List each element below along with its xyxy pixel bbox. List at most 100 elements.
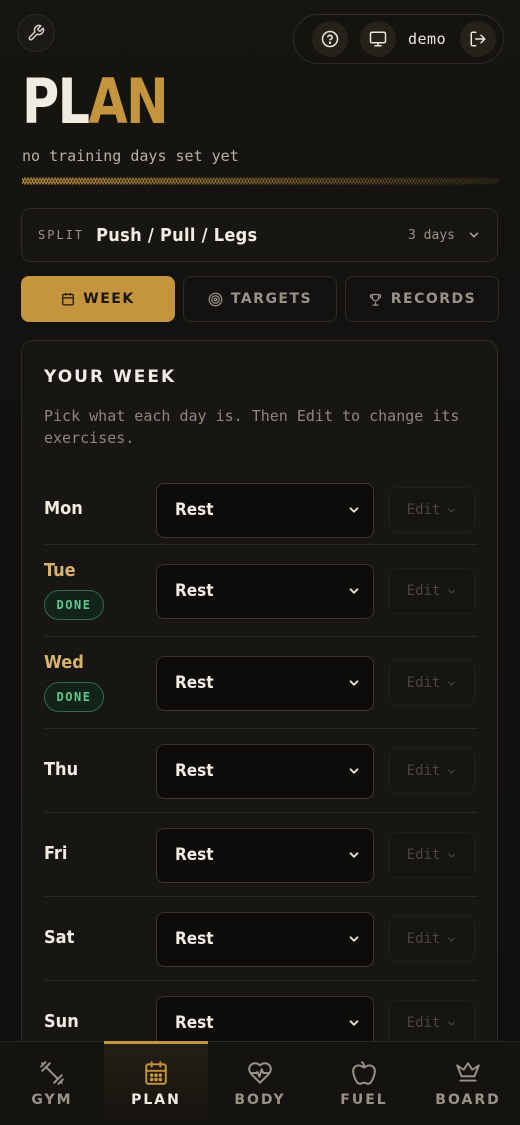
page-title: PLAN (22, 65, 169, 138)
chevron-down-icon (448, 937, 456, 941)
day-row-sat: Sat Rest Edit (44, 897, 477, 981)
help-button[interactable] (312, 21, 348, 57)
day-row-thu: Thu Rest Edit (44, 729, 477, 813)
chevron-down-icon (349, 680, 359, 686)
heart-pulse-icon (248, 1061, 272, 1084)
nav-gym[interactable]: GYM (0, 1042, 104, 1125)
bottom-nav: GYM PLAN BODY FUEL BOARD (0, 1041, 520, 1125)
chevron-down-icon (448, 769, 456, 773)
edit-label: Edit (406, 583, 441, 599)
monitor-icon (369, 31, 387, 47)
edit-day-button[interactable]: Edit (389, 487, 475, 533)
plan-tabs: WEEK TARGETS RECORDS (21, 276, 499, 322)
edit-day-button[interactable]: Edit (389, 1000, 475, 1046)
split-name: Push / Pull / Legs (96, 224, 258, 246)
chevron-down-icon (349, 1020, 359, 1026)
edit-day-button[interactable]: Edit (389, 660, 475, 706)
tab-week-label: WEEK (83, 291, 135, 307)
user-name: demo (408, 30, 447, 48)
day-name: Thu (44, 758, 79, 780)
chevron-down-icon (349, 768, 359, 774)
page-title-part2: AN (88, 65, 168, 138)
page-title-part1: PL (22, 65, 90, 138)
day-name: Mon (44, 497, 83, 519)
edit-day-button[interactable]: Edit (389, 568, 475, 614)
nav-plan[interactable]: PLAN (104, 1041, 208, 1125)
chevron-down-icon (349, 936, 359, 942)
logout-button[interactable] (460, 21, 496, 57)
chevron-down-icon (469, 232, 479, 238)
edit-day-button[interactable]: Edit (389, 916, 475, 962)
calendar-icon (62, 293, 75, 306)
day-type-select[interactable]: Rest (156, 743, 374, 799)
wrench-icon (28, 24, 45, 41)
day-type-value: Rest (175, 673, 214, 693)
week-card: YOUR WEEK Pick what each day is. Then Ed… (21, 340, 498, 1100)
day-row-fri: Fri Rest Edit (44, 813, 477, 897)
edit-label: Edit (406, 931, 441, 947)
zigzag-divider (22, 176, 498, 186)
tab-targets-label: TARGETS (230, 291, 313, 307)
day-type-value: Rest (175, 929, 214, 949)
done-badge: DONE (44, 681, 104, 712)
nav-gym-label: GYM (31, 1091, 73, 1108)
day-row-mon: Mon Rest Edit (44, 475, 477, 545)
chevron-down-icon (448, 1021, 456, 1025)
day-type-select[interactable]: Rest (156, 827, 374, 883)
logout-icon (470, 31, 486, 47)
edit-day-button[interactable]: Edit (389, 832, 475, 878)
day-type-select[interactable]: Rest (156, 911, 374, 967)
done-badge: DONE (44, 589, 104, 620)
apple-icon (352, 1060, 376, 1085)
day-type-value: Rest (175, 581, 214, 601)
split-selector[interactable]: SPLIT Push / Pull / Legs 3 days (21, 208, 498, 262)
edit-label: Edit (406, 763, 441, 779)
chevron-down-icon (349, 507, 359, 513)
nav-body[interactable]: BODY (208, 1042, 312, 1125)
nav-board[interactable]: BOARD (416, 1042, 520, 1125)
day-row-wed: Wed DONE Rest Edit (44, 637, 477, 729)
nav-fuel-label: FUEL (340, 1091, 388, 1108)
week-title: YOUR WEEK (44, 367, 177, 387)
nav-body-label: BODY (234, 1091, 286, 1108)
calendar-icon (145, 1060, 167, 1085)
day-type-value: Rest (175, 761, 214, 781)
chevron-down-icon (349, 852, 359, 858)
split-label: SPLIT (38, 228, 85, 242)
edit-label: Edit (406, 675, 441, 691)
week-hint: Pick what each day is. Then Edit to chan… (44, 407, 460, 447)
crown-icon (456, 1061, 480, 1082)
edit-label: Edit (406, 847, 441, 863)
tab-records-label: RECORDS (390, 291, 477, 307)
tab-targets[interactable]: TARGETS (183, 276, 337, 322)
display-button[interactable] (360, 21, 396, 57)
page-subtitle: no training days set yet (22, 147, 239, 165)
help-icon (321, 30, 339, 48)
chevron-down-icon (448, 681, 456, 685)
nav-plan-label: PLAN (131, 1091, 181, 1108)
account-bar: demo (293, 14, 504, 64)
edit-label: Edit (406, 502, 441, 518)
chevron-down-icon (448, 589, 456, 593)
nav-board-label: BOARD (435, 1091, 501, 1108)
day-type-select[interactable]: Rest (156, 655, 374, 711)
nav-fuel[interactable]: FUEL (312, 1042, 416, 1125)
day-type-value: Rest (175, 500, 214, 520)
day-name: Fri (44, 842, 68, 864)
day-name: Tue (44, 559, 76, 581)
target-icon (208, 292, 223, 306)
split-days: 3 days (408, 227, 455, 243)
day-type-select[interactable]: Rest (156, 563, 374, 619)
edit-day-button[interactable]: Edit (389, 748, 475, 794)
day-type-select[interactable]: Rest (156, 482, 374, 538)
tab-records[interactable]: RECORDS (345, 276, 499, 322)
trophy-icon (369, 293, 381, 306)
day-row-tue: Tue DONE Rest Edit (44, 545, 477, 637)
day-type-value: Rest (175, 845, 214, 865)
tab-week[interactable]: WEEK (21, 276, 175, 322)
day-name: Sat (44, 926, 75, 948)
day-type-value: Rest (175, 1013, 214, 1033)
chevron-down-icon (349, 588, 359, 594)
settings-button[interactable] (17, 14, 55, 52)
day-name: Sun (44, 1010, 79, 1032)
